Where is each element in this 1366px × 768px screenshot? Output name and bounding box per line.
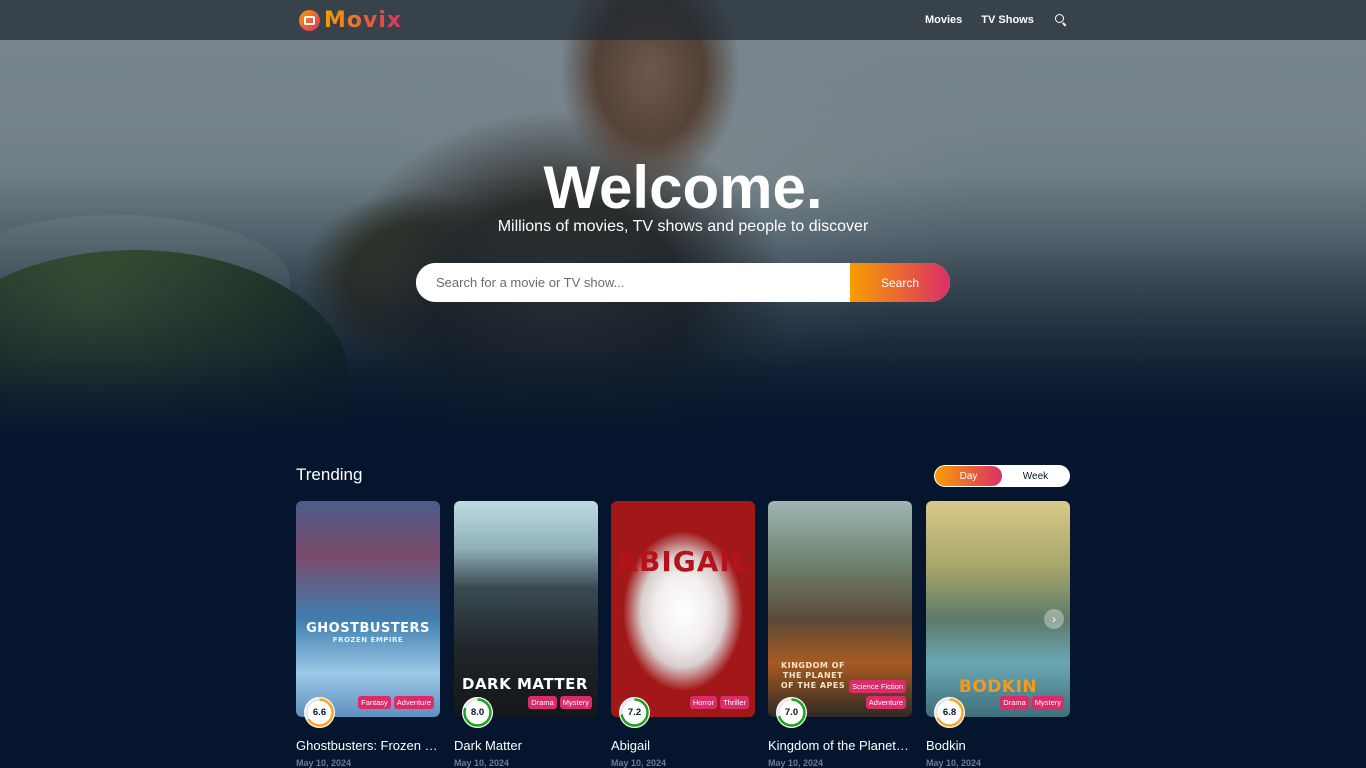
release-date: May 10, 2024 (926, 758, 982, 768)
movie-title[interactable]: Abigail (611, 738, 755, 753)
movie-title[interactable]: Dark Matter (454, 738, 598, 753)
genre-badge: Mystery (1031, 696, 1064, 709)
rating-value: 6.8 (942, 707, 957, 718)
rating-circle: 7.2 (619, 697, 650, 728)
rating-circle: 7.0 (776, 697, 807, 728)
movie-card[interactable]: BODKIN Drama Mystery 6.8 Bodkin May 10, … (926, 501, 1070, 768)
rating-value: 7.0 (784, 707, 799, 718)
tab-day[interactable]: Day (935, 466, 1002, 486)
genre-badge: Adventure (393, 696, 434, 709)
movie-title[interactable]: Ghostbusters: Frozen Empire (296, 738, 440, 753)
genre-list: Drama Mystery (528, 696, 592, 709)
logo[interactable]: Movix (299, 7, 403, 33)
hero-title: Welcome. (543, 154, 823, 221)
movie-card[interactable]: GHOSTBUSTERS FROZEN EMPIRE Fantasy Adven… (296, 501, 440, 768)
genre-badge: Mystery (559, 696, 592, 709)
rating-value: 7.2 (627, 707, 642, 718)
movie-title[interactable]: Bodkin (926, 738, 1070, 753)
movie-card[interactable]: KINGDOM OF THE PLANET OF THE APES Scienc… (768, 501, 912, 768)
rating-value: 8.0 (470, 707, 485, 718)
genre-list: Drama Mystery (1000, 696, 1064, 709)
search-icon[interactable] (1054, 14, 1067, 26)
movie-poster[interactable]: ABIGAIL Horror Thriller (611, 501, 755, 717)
rating-circle: 6.8 (934, 697, 965, 728)
release-date: May 10, 2024 (768, 758, 824, 768)
genre-badge: Science Fiction (849, 680, 906, 693)
rating-circle: 6.6 (304, 697, 335, 728)
release-date: May 10, 2024 (454, 758, 510, 768)
nav-movies[interactable]: Movies (925, 14, 962, 26)
poster-title: BODKIN (958, 677, 1038, 697)
genre-badge: Horror (689, 696, 718, 709)
genre-list: Science Fiction Adventure (806, 680, 906, 709)
logo-icon (299, 9, 320, 31)
trending-period-switch: Day Week (934, 465, 1070, 487)
genre-list: Horror Thriller (689, 696, 749, 709)
movie-poster[interactable]: GHOSTBUSTERS FROZEN EMPIRE Fantasy Adven… (296, 501, 440, 717)
trending-title: Trending (296, 465, 363, 484)
main-nav: Movies TV Shows (925, 0, 1067, 40)
release-date: May 10, 2024 (611, 758, 667, 768)
release-date: May 10, 2024 (296, 758, 352, 768)
poster-title: GHOSTBUSTERS (306, 621, 430, 636)
genre-badge: Fantasy (358, 696, 391, 709)
genre-badge: Drama (1000, 696, 1029, 709)
genre-list: Fantasy Adventure (358, 696, 434, 709)
logo-text: Movix (324, 7, 403, 33)
top-header: Movix Movies TV Shows (0, 0, 1366, 40)
movie-poster[interactable]: DARK MATTER Drama Mystery (454, 501, 598, 717)
movie-card[interactable]: ABIGAIL Horror Thriller 7.2 Abigail May … (611, 501, 755, 768)
movie-poster[interactable]: KINGDOM OF THE PLANET OF THE APES Scienc… (768, 501, 912, 717)
rating-value: 6.6 (312, 707, 327, 718)
movie-poster[interactable]: BODKIN Drama Mystery (926, 501, 1070, 717)
search-button[interactable]: Search (850, 263, 950, 302)
poster-subtitle: FROZEN EMPIRE (332, 636, 404, 644)
poster-title: ABIGAIL (616, 545, 750, 578)
hero-search-bar: Search (416, 263, 950, 302)
movie-card[interactable]: DARK MATTER Drama Mystery 8.0 Dark Matte… (454, 501, 598, 768)
search-input[interactable] (416, 263, 850, 302)
poster-title: DARK MATTER (462, 675, 588, 693)
movie-title[interactable]: Kingdom of the Planet of the Apes (768, 738, 912, 753)
genre-badge: Adventure (865, 696, 906, 709)
rating-circle: 8.0 (462, 697, 493, 728)
chevron-right-icon[interactable]: › (1044, 609, 1064, 629)
nav-tv-shows[interactable]: TV Shows (981, 14, 1034, 26)
hero-subtitle: Millions of movies, TV shows and people … (497, 218, 869, 235)
tab-week[interactable]: Week (1002, 466, 1069, 486)
genre-badge: Drama (528, 696, 557, 709)
genre-badge: Thriller (720, 696, 749, 709)
